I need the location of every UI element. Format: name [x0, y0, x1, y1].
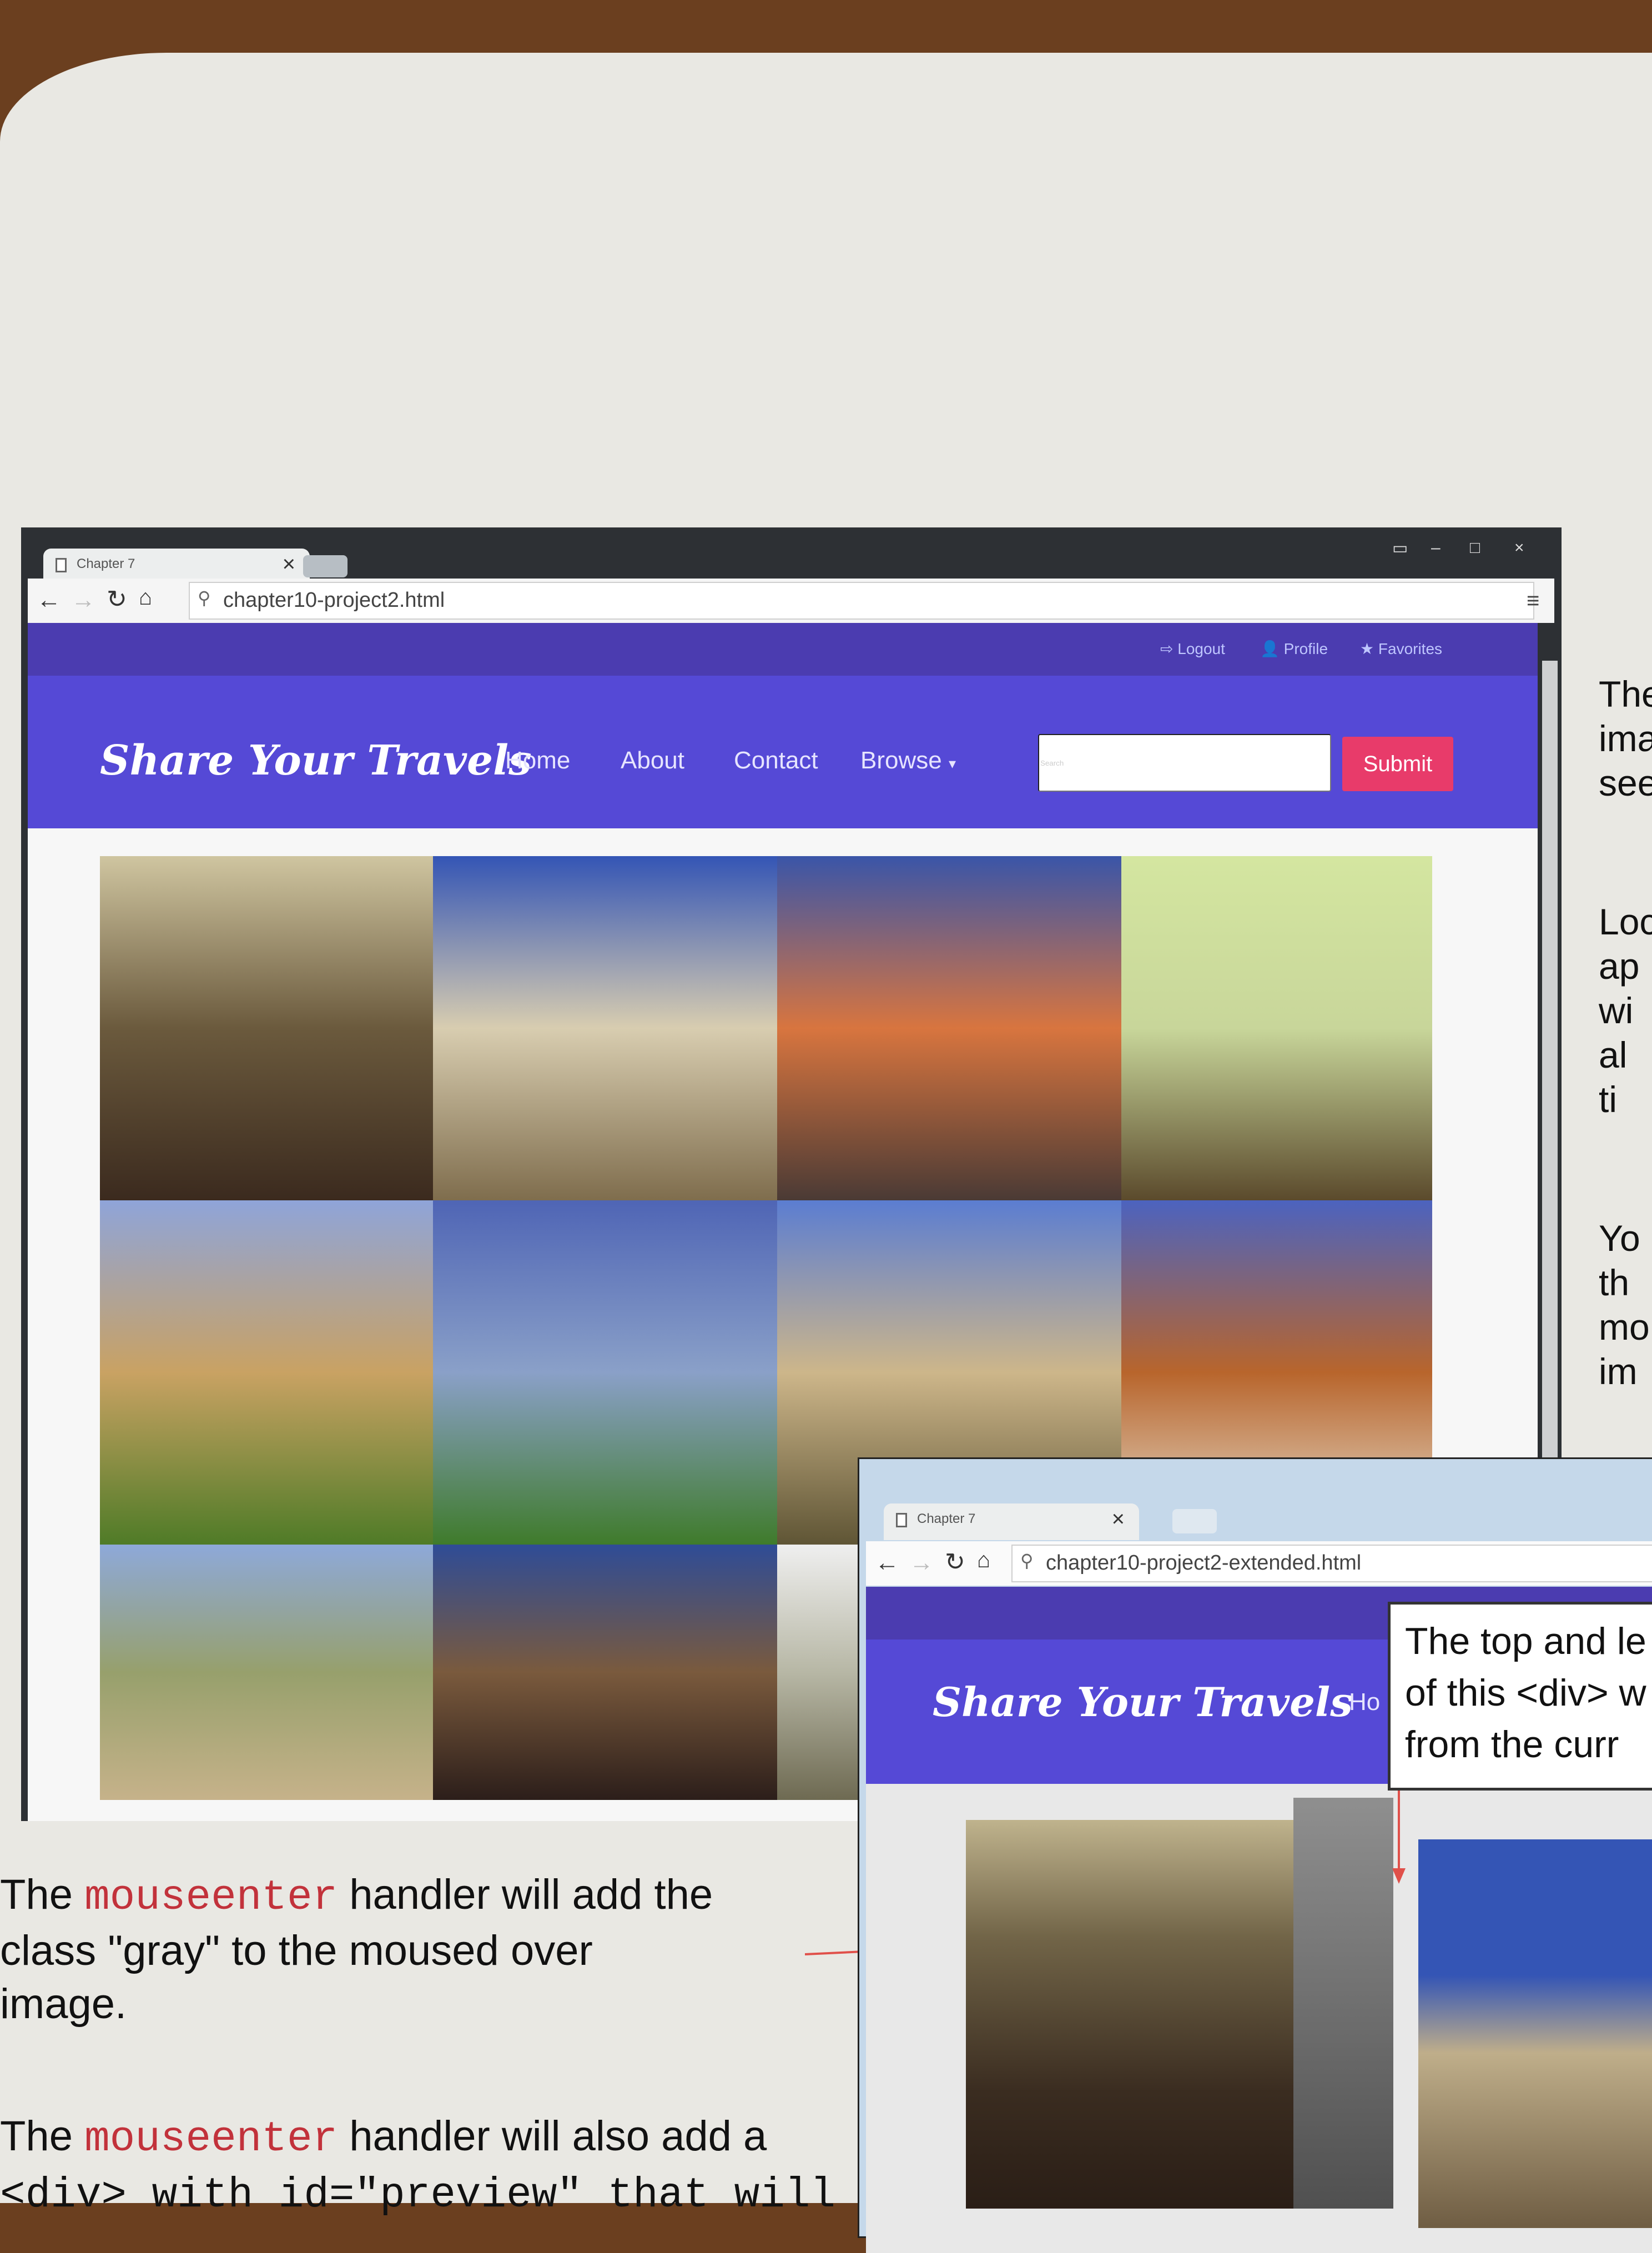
profile-label: Profile — [1283, 640, 1328, 657]
ruins-landscape-photo[interactable] — [100, 1545, 433, 1800]
museum-dome-photo[interactable] — [1121, 856, 1432, 1200]
tab-close-icon[interactable]: × — [283, 552, 295, 577]
p2-prefix: The — [0, 2113, 85, 2160]
tab-strip: Chapter 7 × ▭ – □ × — [21, 527, 1562, 582]
page-icon — [896, 1513, 907, 1527]
greek-temple-photo[interactable] — [100, 1200, 433, 1545]
body-paragraph-1: The mouseenter handler will add the clas… — [0, 1868, 713, 2031]
vertical-scrollbar[interactable] — [1542, 661, 1558, 1560]
harbour-houses-photo[interactable] — [777, 856, 1121, 1200]
back-arrow-icon[interactable]: ← — [37, 586, 61, 614]
user-icon[interactable]: ▭ — [1392, 539, 1408, 558]
nav-about[interactable]: About — [621, 747, 684, 775]
top-utility-bar: ⇨ Logout 👤 Profile ★ Favorites — [28, 623, 1538, 676]
maximize-icon[interactable]: □ — [1470, 539, 1480, 557]
callout-arrow — [1392, 1791, 1406, 1884]
address-bar[interactable]: ⚲ chapter10-project2.html — [189, 582, 1534, 620]
reload-icon[interactable]: ↻ — [945, 1548, 965, 1576]
new-tab-button[interactable] — [1172, 1509, 1217, 1533]
submit-button[interactable]: Submit — [1342, 737, 1453, 791]
mountain-forest-photo[interactable] — [433, 1200, 777, 1545]
address-bar-2[interactable]: ⚲ chapter10-project2-extended.html — [1011, 1545, 1652, 1582]
nav-contact[interactable]: Contact — [734, 747, 818, 775]
tab-close-icon[interactable]: × — [1112, 1507, 1125, 1532]
p1-suffix: handler will add the — [338, 1871, 713, 1918]
search-icon: ⚲ — [1020, 1551, 1034, 1571]
side-paragraph-2: Loc ap wi al ti — [1599, 901, 1652, 1120]
minimize-icon[interactable]: – — [1431, 539, 1441, 557]
back-arrow-icon[interactable]: ← — [875, 1549, 899, 1577]
desert-hill-photo[interactable] — [433, 1545, 777, 1800]
logout-link[interactable]: ⇨ Logout — [1160, 640, 1225, 658]
nav-browse-label: Browse — [860, 747, 942, 774]
browser-window-extended: Chapter 7 × ← → ↻ ⌂ ⚲ chapter10-project2… — [858, 1457, 1652, 2253]
menu-icon[interactable]: ≡ — [1527, 589, 1539, 613]
toolbar: ← → ↻ ⌂ ⚲ chapter10-project2.html ≡ — [28, 579, 1554, 623]
browser-tab[interactable]: Chapter 7 × — [43, 549, 310, 582]
p2-line-2: <div> with id="preview" that will — [0, 2171, 836, 2219]
site-brand-2[interactable]: Share Your Travels — [933, 1678, 1353, 1726]
tab-title-2: Chapter 7 — [917, 1511, 976, 1526]
search-input[interactable] — [1038, 734, 1331, 792]
p1-prefix: The — [0, 1871, 85, 1918]
reload-icon[interactable]: ↻ — [107, 585, 127, 613]
arch-photo-2[interactable] — [1418, 1839, 1652, 2228]
forward-arrow-icon[interactable]: → — [71, 586, 95, 614]
forward-arrow-icon[interactable]: → — [909, 1549, 934, 1577]
side-paragraph-3: Yo th mo im — [1599, 1218, 1650, 1392]
side-paragraph-1: The ima see — [1599, 673, 1652, 803]
url-text: chapter10-project2.html — [223, 589, 445, 612]
home-icon[interactable]: ⌂ — [977, 1548, 990, 1573]
p2-suffix: handler will also add a — [338, 2113, 767, 2160]
nav-home[interactable]: Home — [505, 747, 570, 775]
favorites-link[interactable]: ★ Favorites — [1360, 640, 1442, 658]
site-brand[interactable]: Share Your Travels — [100, 737, 532, 784]
home-icon[interactable]: ⌂ — [139, 585, 152, 610]
favorites-label: Favorites — [1378, 640, 1443, 657]
search-icon: ⚲ — [198, 588, 211, 608]
p2-code: mouseenter — [84, 2115, 338, 2163]
page-icon — [56, 558, 67, 572]
tab-title: Chapter 7 — [77, 556, 135, 571]
triumphal-arch-photo[interactable] — [433, 856, 777, 1200]
river-town-photo[interactable] — [100, 856, 433, 1200]
site-navbar: Share Your Travels Home About Contact Br… — [28, 676, 1538, 828]
browser-tab-2[interactable]: Chapter 7 × — [884, 1503, 1139, 1540]
caret-down-icon: ▾ — [948, 755, 956, 772]
body-paragraph-2: The mouseenter handler will also add a <… — [0, 2110, 835, 2222]
toolbar-2: ← → ↻ ⌂ ⚲ chapter10-project2-extended.ht… — [866, 1541, 1652, 1586]
callout-box: The top and le of this <div> w from the … — [1388, 1602, 1652, 1791]
tower-photo-strip — [1293, 1798, 1393, 2209]
logout-label: Logout — [1177, 640, 1225, 657]
preview-river-town-photo[interactable] — [966, 1820, 1293, 2209]
profile-link[interactable]: 👤 Profile — [1260, 640, 1328, 658]
p1-line-3: image. — [0, 1980, 127, 2028]
url-text-2: chapter10-project2-extended.html — [1046, 1551, 1362, 1575]
close-window-icon[interactable]: × — [1514, 539, 1524, 557]
p1-code: mouseenter — [84, 1874, 338, 1922]
p1-line-2: class "gray" to the moused over — [0, 1927, 593, 1974]
nav-browse[interactable]: Browse ▾ — [860, 747, 956, 775]
nav-home-partial[interactable]: Ho — [1349, 1688, 1380, 1716]
new-tab-button[interactable] — [303, 555, 347, 577]
